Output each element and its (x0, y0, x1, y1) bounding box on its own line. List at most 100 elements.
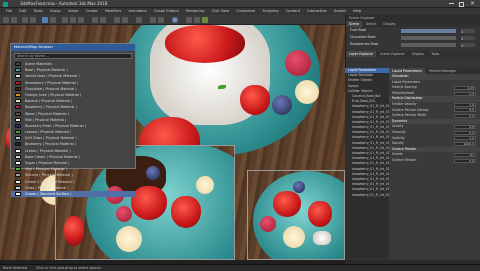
property-label: Density (392, 141, 404, 146)
menu-customize[interactable]: Customize (236, 8, 255, 15)
render-banana (283, 226, 305, 248)
material-browser-dialog[interactable]: Material/Map Browser Search by Name ... … (10, 43, 136, 198)
render-setup-icon[interactable] (186, 17, 192, 23)
menu-tools[interactable]: Tools (34, 8, 43, 15)
material-item-label: Orange Juice ( Physical Material ) (25, 92, 82, 97)
explorer-item[interactable]: strawberry_01_Fr_Int_013 (345, 167, 389, 172)
menu-interactive[interactable]: Interactive (307, 8, 326, 15)
property-label: Surface Tension (392, 146, 417, 151)
select-icon[interactable] (42, 17, 48, 23)
material-search-input[interactable]: Search by Name ... (14, 53, 132, 59)
render-raspberry (285, 50, 311, 76)
rotate-icon[interactable] (70, 17, 76, 23)
redo-icon[interactable] (11, 17, 17, 23)
property-label: Surface Particle Width (392, 113, 427, 118)
mirror-icon[interactable] (114, 17, 120, 23)
main-toolbar (0, 15, 345, 25)
explorer-item[interactable]: strawberry_01_Fr_Int_001 (345, 104, 389, 109)
material-item-label: Mint ( Physical Material ) (25, 167, 67, 172)
close-icon[interactable]: × (470, 0, 475, 7)
menu-graph-editors[interactable]: Graph Editors (154, 8, 179, 15)
tab-layer-explorer[interactable]: Layer Explorer (346, 51, 376, 57)
select-region-icon[interactable] (50, 17, 56, 23)
menu-arnold[interactable]: Arnold (334, 8, 346, 15)
menu-file[interactable]: File (6, 8, 12, 15)
material-swatch-icon (15, 86, 21, 91)
link-icon[interactable] (22, 17, 28, 23)
unlink-icon[interactable] (30, 17, 36, 23)
explorer-item[interactable]: strawberry_01_Fr_Int_018 (345, 193, 389, 198)
snap-icon[interactable] (92, 17, 98, 23)
material-item-label: Cream ( Standard Surface ) (25, 191, 72, 196)
minimize-icon[interactable] (449, 3, 454, 4)
scene-row[interactable]: Fruit Bowl 1 (346, 27, 480, 34)
property-value-input[interactable]: 1000.0 (454, 141, 476, 146)
status-bar: None Selected Click or click-and-drag to… (0, 264, 480, 270)
tab-tools[interactable]: Tools (428, 51, 442, 57)
move-icon[interactable] (62, 17, 68, 23)
property-value-input[interactable]: 0.5 (454, 108, 476, 113)
scene-row[interactable]: Chocolate Bowl 1 (346, 34, 480, 41)
menu-scripting[interactable]: Scripting (263, 8, 279, 15)
property-value-input[interactable]: 0.0 (454, 113, 476, 118)
property-value-input[interactable]: 0.25 (454, 85, 476, 90)
material-list-item[interactable]: Cream ( Standard Surface ) (11, 190, 135, 198)
scene-row-value[interactable]: 1 (461, 42, 475, 48)
menu-help[interactable]: Help (353, 8, 361, 15)
scene-row-bar (401, 28, 456, 33)
material-item-label: Sugar ( Physical Material ) (25, 161, 70, 165)
scene-explorer-tree[interactable]: Liquid Parameters Liquid Simulator Emitter… (345, 68, 389, 259)
tab-display-2[interactable]: Display (409, 51, 427, 57)
menu-rendering[interactable]: Rendering (186, 8, 204, 15)
scene-row-value[interactable]: 1 (461, 28, 475, 34)
property-value-input[interactable]: 1.0 (454, 136, 476, 141)
maximize-icon[interactable] (459, 1, 464, 7)
title-bar: 3dsMaxFood.max - Autodesk 3ds Max 2018 × (0, 0, 480, 8)
material-item-label: Drill Glass ( Physical Material ) (25, 136, 77, 141)
layer-icon[interactable] (136, 17, 142, 23)
property-value-input[interactable]: 9.8 (454, 125, 476, 130)
render-strawberry (165, 25, 245, 63)
property-value-input[interactable]: 0.0 (454, 130, 476, 135)
menu-group[interactable]: Group (50, 8, 61, 15)
scene-row[interactable]: Raspberries Bowl 1 (346, 41, 480, 48)
explorer-item[interactable]: strawberry_01_Fr_Int_012 (345, 161, 389, 166)
menu-edit[interactable]: Edit (19, 8, 26, 15)
curve-editor-icon[interactable] (150, 17, 156, 23)
render-banana (116, 226, 142, 252)
menu-modifiers[interactable]: Modifiers (105, 8, 121, 15)
tab-scene-explorer[interactable]: Scene Explorer (377, 51, 408, 57)
viewport-bottom-middle[interactable] (247, 170, 345, 260)
menu-content[interactable]: Content (286, 8, 300, 15)
viewport-area[interactable]: Material/Map Browser Search by Name ... … (0, 25, 345, 260)
menu-civil-view[interactable]: Civil View (212, 8, 229, 15)
scene-row-label: Raspberries Bowl (350, 42, 379, 46)
property-row: Surface Tension 0.0 (389, 158, 480, 164)
render-frame-icon[interactable] (194, 17, 200, 23)
property-value-input[interactable]: 0.0 (454, 158, 476, 163)
menu-create[interactable]: Create (86, 8, 98, 15)
explorer-item[interactable]: strawberry_01_Fr_Int_002 (345, 110, 389, 115)
explorer-item[interactable]: strawberry_01_Fr_Int_017 (345, 187, 389, 192)
menu-views[interactable]: Views (68, 8, 78, 15)
property-value-input[interactable]: On (454, 153, 476, 158)
scene-row-value[interactable]: 1 (461, 35, 475, 41)
material-swatch-icon (15, 105, 21, 110)
material-editor-icon[interactable] (172, 17, 178, 23)
render-raspberry (260, 216, 276, 232)
render-teapot-icon[interactable] (202, 17, 208, 23)
undo-icon[interactable] (3, 17, 9, 23)
window-title: 3dsMaxFood.max - Autodesk 3ds Max 2018 (20, 1, 108, 6)
menu-animation[interactable]: Animation (129, 8, 147, 15)
angle-snap-icon[interactable] (100, 17, 106, 23)
scale-icon[interactable] (78, 17, 84, 23)
explorer-item[interactable]: strawberry_01_Fr_Int_007 (345, 135, 389, 140)
material-item-label: Cream ( Physical Material ) (25, 148, 71, 153)
property-label: Surface Tension (392, 157, 417, 162)
material-item-label: Leaves ( Physical Material ) (25, 130, 72, 135)
property-value-input[interactable]: 2.0 (454, 91, 476, 96)
align-icon[interactable] (122, 17, 128, 23)
property-value-input[interactable]: 1.0 (454, 102, 476, 107)
schematic-icon[interactable] (158, 17, 164, 23)
material-item-label: Vanilla Nuts ( Physical Material ) (25, 74, 80, 79)
